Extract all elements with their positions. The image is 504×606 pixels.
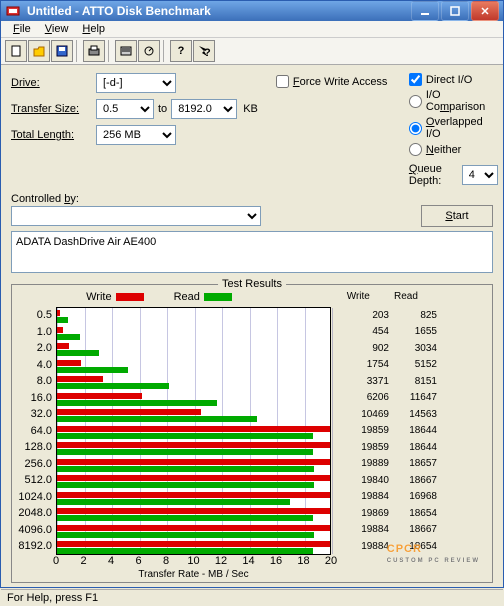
description-textarea[interactable]: ADATA DashDrive Air AE400 [11,231,493,273]
legend-write: Write [86,291,143,303]
col-read-header: Read [370,291,418,303]
start-button[interactable]: Start [421,205,493,227]
value-row: 1985918644 [341,423,437,440]
y-tick: 8192.0 [18,538,52,555]
force-write-checkbox[interactable]: Force Write Access [276,75,391,88]
value-row: 1986918654 [341,505,437,522]
y-tick: 8.0 [18,373,52,390]
results-title: Test Results [218,278,286,290]
y-tick: 32.0 [18,406,52,423]
transfer-from-select[interactable]: 0.5 [96,99,154,119]
maximize-button[interactable] [441,1,469,21]
io-comparison-radio[interactable]: I/O Comparison [409,89,498,113]
menu-file[interactable]: File [7,21,37,37]
overlapped-io-radio[interactable]: Overlapped I/O [409,116,498,140]
value-row: 17545152 [341,357,437,374]
help-button[interactable]: ? [170,40,192,62]
transfer-to-select[interactable]: 8192.0 [171,99,237,119]
transfer-size-label: Transfer Size: [11,103,96,115]
context-help-button[interactable]: ? [193,40,215,62]
y-tick: 1.0 [18,324,52,341]
y-tick: 128.0 [18,439,52,456]
new-button[interactable] [5,40,27,62]
value-row: 1985918644 [341,439,437,456]
menu-view[interactable]: View [39,21,75,37]
to-label: to [158,103,167,115]
y-tick: 0.5 [18,307,52,324]
legend-read: Read [174,291,232,303]
total-length-select[interactable]: 256 MB [96,125,176,145]
y-tick: 256.0 [18,456,52,473]
status-bar: For Help, press F1 [1,589,503,606]
value-row: 1988918657 [341,456,437,473]
y-tick: 16.0 [18,390,52,407]
run-button[interactable] [138,40,160,62]
toolbar: ? ? [1,38,503,65]
value-row: 203825 [341,307,437,324]
watermark: CPCRCUSTOM PC REVIEW [387,535,480,564]
chart-plot [56,307,331,555]
x-axis-label: Transfer Rate - MB / Sec [56,569,331,580]
open-button[interactable] [28,40,50,62]
svg-text:?: ? [204,47,211,58]
y-tick: 4096.0 [18,522,52,539]
drive-label: Drive: [11,77,96,89]
controlled-by-select[interactable] [11,206,261,226]
value-row: 1046914563 [341,406,437,423]
y-tick: 4.0 [18,357,52,374]
value-row: 620611647 [341,390,437,407]
direct-io-checkbox[interactable]: Direct I/O [409,73,498,86]
value-row: 9023034 [341,340,437,357]
value-row: 33718151 [341,373,437,390]
save-button[interactable] [51,40,73,62]
y-tick: 512.0 [18,472,52,489]
y-tick: 2048.0 [18,505,52,522]
results-panel: Test Results Write Read Write Read 0.51.… [11,284,493,583]
y-tick: 1024.0 [18,489,52,506]
value-row: 1988416968 [341,489,437,506]
transfer-unit: KB [243,103,258,115]
value-row: 1984018667 [341,472,437,489]
settings-button[interactable] [115,40,137,62]
y-tick: 64.0 [18,423,52,440]
neither-radio[interactable]: Neither [409,143,498,156]
y-tick: 2.0 [18,340,52,357]
queue-depth-label: Queue Depth: [409,163,456,187]
drive-select[interactable]: [-d-] [96,73,176,93]
queue-depth-select[interactable]: 4 [462,165,498,185]
menubar: File View Help [1,21,503,38]
controlled-by-label: Controlled by: [11,193,79,205]
minimize-button[interactable] [411,1,439,21]
value-row: 4541655 [341,324,437,341]
menu-help[interactable]: Help [76,21,111,37]
close-button[interactable] [471,1,499,21]
col-write-header: Write [322,291,370,303]
print-button[interactable] [83,40,105,62]
window-title: Untitled - ATTO Disk Benchmark [27,4,411,18]
app-icon [5,3,21,19]
total-length-label: Total Length: [11,129,96,141]
